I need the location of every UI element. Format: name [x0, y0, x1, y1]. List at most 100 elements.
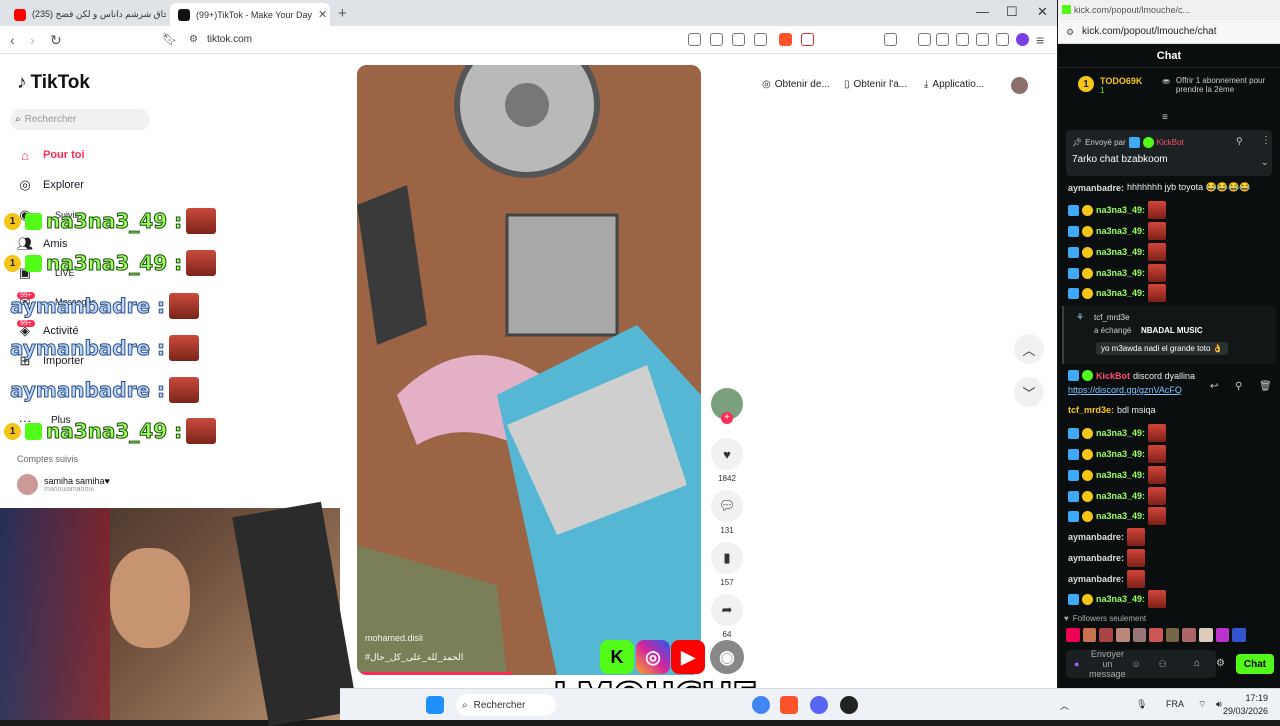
more-icon[interactable]: ⋮	[1261, 135, 1271, 146]
extension-icon[interactable]	[688, 33, 701, 46]
chat-message[interactable]: na3na3_49:	[1068, 201, 1167, 219]
next-video-button[interactable]: ﹀	[1014, 377, 1044, 407]
chevron-down-icon[interactable]: ⌄	[1261, 157, 1269, 168]
application-button[interactable]: ⤓ Applicatio...	[924, 79, 984, 90]
get-coins-button[interactable]: ◎ Obtenir de...	[762, 79, 830, 90]
nav-for-you[interactable]: ⌂ Pour toi	[17, 147, 85, 163]
tiktok-logo[interactable]: ♪ TikTok	[17, 72, 90, 94]
chat-message[interactable]: na3na3_49:	[1068, 466, 1167, 484]
chat-username[interactable]: aymanbadre:	[1068, 553, 1124, 563]
chat-username[interactable]: aymanbadre:	[1068, 532, 1124, 542]
chat-username[interactable]: aymanbadre:	[1068, 574, 1124, 584]
chat-message[interactable]: na3na3_49:	[1068, 445, 1167, 463]
chat-username[interactable]: na3na3_49:	[1096, 205, 1145, 215]
back-icon[interactable]: ‹	[10, 32, 15, 48]
emote-icon[interactable]	[1182, 628, 1197, 642]
search-input[interactable]: ⌕ Rechercher	[10, 109, 150, 130]
emote-icon[interactable]	[1165, 628, 1180, 642]
wallet-icon[interactable]	[956, 33, 969, 46]
reading-list-icon[interactable]	[936, 33, 949, 46]
comment-button[interactable]: 💬︎ 131	[711, 490, 743, 535]
emote-icon[interactable]	[1132, 628, 1147, 642]
chat-username[interactable]: na3na3_49:	[1096, 268, 1145, 278]
taskbar-search[interactable]: ⌕ Rechercher	[456, 694, 556, 716]
sidebar-icon[interactable]	[884, 33, 897, 46]
chat-message[interactable]: aymanbadre:	[1068, 570, 1146, 588]
site-info-icon[interactable]: ⚙	[189, 34, 198, 45]
kick-url[interactable]: kick.com/popout/lmouche/chat	[1082, 26, 1217, 37]
emote-bar[interactable]	[1066, 628, 1247, 644]
media-icon[interactable]	[918, 33, 931, 46]
chat-username[interactable]: na3na3_49:	[1096, 594, 1145, 604]
user-avatar[interactable]	[1011, 77, 1028, 94]
chat-username[interactable]: na3na3_49:	[1096, 428, 1145, 438]
tab-tiktok[interactable]: (99+)TikTok - Make Your Day ✕	[170, 3, 330, 26]
emote-icon[interactable]	[1082, 628, 1097, 642]
kick-address-bar[interactable]: ⚙ kick.com/popout/lmouche/chat	[1058, 20, 1280, 44]
chat-message[interactable]: na3na3_49:	[1068, 264, 1167, 282]
chat-username[interactable]: na3na3_49:	[1096, 449, 1145, 459]
share-icon[interactable]	[754, 33, 767, 46]
reload-icon[interactable]: ↻	[50, 32, 62, 49]
emote-icon[interactable]	[1199, 628, 1213, 642]
close-icon[interactable]: ✕	[318, 8, 327, 21]
chat-message[interactable]: na3na3_49:	[1068, 424, 1167, 442]
like-button[interactable]: ♥ 1842	[711, 438, 743, 483]
get-app-button[interactable]: ▯ Obtenir l'a...	[844, 79, 907, 90]
tab-youtube[interactable]: (235) بوسحاق شرشم داناس و لكن فضح ✕	[6, 3, 166, 26]
store-icon[interactable]: ⌂	[1194, 658, 1200, 669]
discord-icon[interactable]	[810, 696, 828, 714]
language-indicator[interactable]: FRA	[1166, 699, 1184, 709]
share-button[interactable]: ➦ 64	[711, 594, 743, 639]
chat-message[interactable]: na3na3_49:	[1068, 507, 1167, 525]
chrome-icon[interactable]	[752, 696, 770, 714]
url-field[interactable]: tiktok.com	[207, 34, 252, 45]
brave-rewards-icon[interactable]	[801, 33, 814, 46]
chat-username[interactable]: na3na3_49:	[1096, 470, 1145, 480]
chat-username[interactable]: aymanbadre:	[1068, 183, 1124, 193]
pinned-message[interactable]: 📌︎ Envoyé par KickBot 7arko chat bzabkoo…	[1066, 130, 1272, 176]
clock[interactable]: 17:19 29/03/2026	[1223, 692, 1268, 718]
chat-message[interactable]: na3na3_49:	[1068, 222, 1167, 240]
settings-icon[interactable]: ⚙	[1216, 658, 1225, 669]
chat-message[interactable]: tcf_mrd3e: bdl msiqa	[1068, 405, 1156, 415]
chat-message[interactable]: na3na3_49:	[1068, 243, 1167, 261]
brave-shield-icon[interactable]	[779, 33, 792, 46]
unpin-icon[interactable]: ⚲	[1236, 136, 1243, 147]
sub-offer-text[interactable]: Offrir 1 abonnement pour prendre la 2ème	[1176, 76, 1266, 95]
obs-icon[interactable]	[840, 696, 858, 714]
tray-chevron-icon[interactable]: ︿	[1060, 699, 1069, 712]
users-icon[interactable]: ⚇	[1159, 659, 1167, 670]
chat-username[interactable]: na3na3_49:	[1096, 491, 1145, 501]
minimize-button[interactable]: —	[976, 4, 989, 19]
windows-start-icon[interactable]	[426, 696, 444, 714]
delete-icon[interactable]: 🗑︎	[1259, 381, 1272, 392]
new-tab-button[interactable]: +	[338, 5, 347, 22]
chat-username[interactable]: na3na3_49:	[1096, 226, 1145, 236]
brave-icon[interactable]	[780, 696, 798, 714]
send-chat-button[interactable]: Chat	[1236, 654, 1274, 674]
creator-avatar[interactable]: +	[711, 388, 743, 424]
vpn-icon[interactable]	[996, 33, 1009, 46]
chat-message[interactable]: na3na3_49:	[1068, 487, 1167, 505]
menu-icon[interactable]: ≡	[1036, 32, 1044, 48]
mic-icon[interactable]: ●	[1074, 659, 1079, 669]
forward-icon[interactable]: ›	[30, 32, 35, 48]
video-progress-bar[interactable]	[357, 672, 512, 675]
previous-video-button[interactable]: ︿	[1014, 334, 1044, 364]
video-hashtags[interactable]: #الحمد_لله_على_كل_حال	[365, 652, 463, 663]
emote-icon[interactable]	[1115, 628, 1130, 642]
window-close-button[interactable]: ✕	[1037, 4, 1048, 20]
chat-message[interactable]: na3na3_49:	[1068, 590, 1167, 608]
chat-username[interactable]: na3na3_49:	[1096, 511, 1145, 521]
followed-account[interactable]: samiha samiha♥ mariouiamarioui	[17, 474, 110, 495]
chat-message[interactable]: KickBot discord dyallina	[1068, 370, 1195, 381]
emote-icon[interactable]	[1149, 628, 1163, 642]
chat-message[interactable]: aymanbadre:	[1068, 549, 1146, 567]
leo-icon[interactable]	[976, 33, 989, 46]
nav-explore[interactable]: ◎ Explorer	[17, 177, 84, 193]
expand-icon[interactable]: ≡	[1162, 112, 1168, 123]
microphone-icon[interactable]: 🎙︎	[1136, 699, 1147, 710]
cast-icon[interactable]	[732, 33, 745, 46]
emote-icon[interactable]	[1066, 628, 1080, 642]
